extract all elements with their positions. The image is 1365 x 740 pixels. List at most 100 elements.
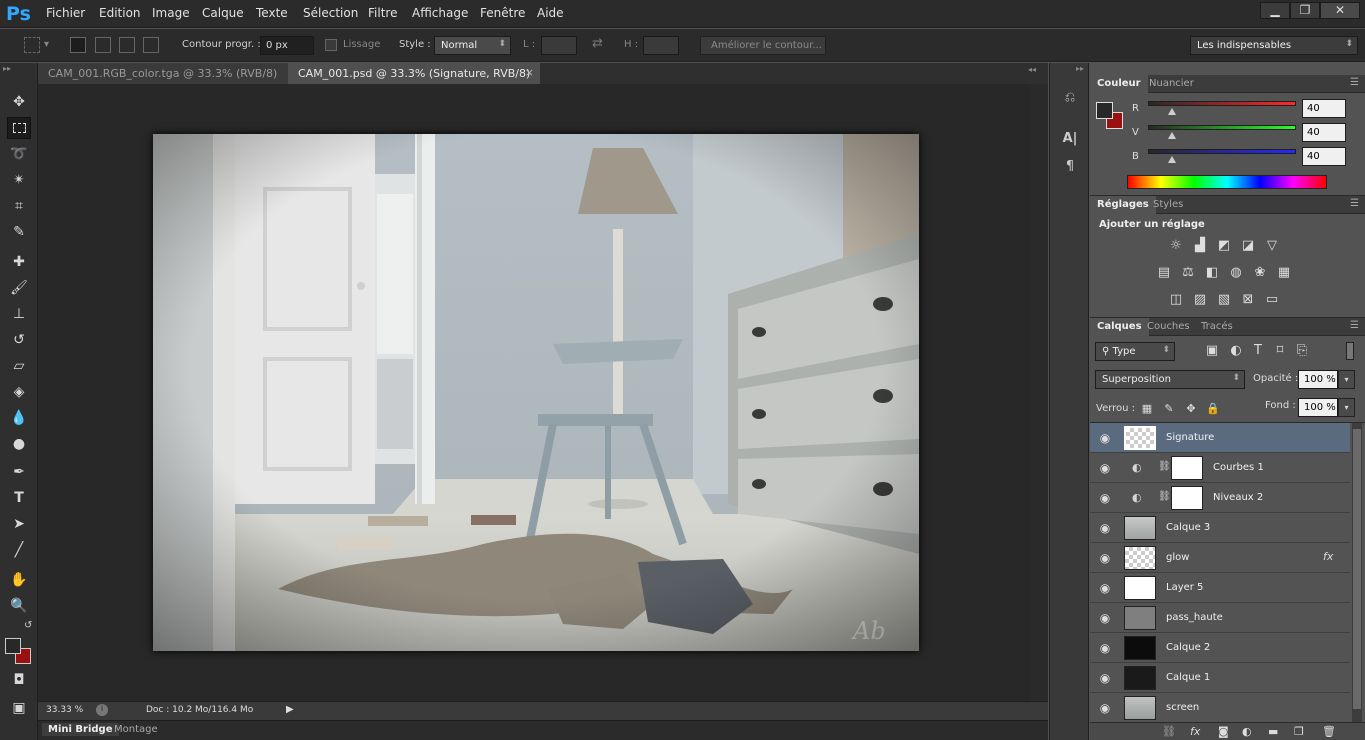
panel-menu-icon[interactable]: ☰ <box>1350 77 1359 88</box>
curves-icon[interactable]: ◩ <box>1215 238 1233 254</box>
layers-scroll-thumb[interactable] <box>1353 429 1361 709</box>
vibrance-icon[interactable]: ▽ <box>1263 238 1281 254</box>
status-info-icon[interactable]: i <box>96 704 108 716</box>
threshold-icon[interactable]: ▧ <box>1215 292 1233 308</box>
black-white-icon[interactable]: ◧ <box>1203 265 1221 281</box>
layer-row[interactable]: ◉ Calque 2 <box>1090 633 1350 663</box>
layer-name[interactable]: Calque 2 <box>1166 642 1210 653</box>
visibility-eye-icon[interactable]: ◉ <box>1098 551 1112 565</box>
tab-montage[interactable]: Montage <box>114 724 158 735</box>
color-spectrum-ramp[interactable] <box>1127 175 1327 189</box>
eyedropper-icon[interactable]: ✎ <box>7 221 31 243</box>
antialias-checkbox[interactable] <box>325 39 337 51</box>
new-selection-icon[interactable] <box>70 37 86 53</box>
filter-smart-object-icon[interactable]: ⎘ <box>1293 343 1311 359</box>
panel-menu-icon[interactable]: ☰ <box>1350 320 1359 331</box>
marquee-tool-icon[interactable] <box>24 37 40 53</box>
layer-row[interactable]: ◉ Signature <box>1090 423 1350 453</box>
exposure-icon[interactable]: ◪ <box>1239 238 1257 254</box>
layer-row[interactable]: ◉ glow fx <box>1090 543 1350 573</box>
menu-affichage[interactable]: Affichage <box>412 6 468 20</box>
line-icon[interactable]: ╱ <box>7 539 31 561</box>
visibility-eye-icon[interactable]: ◉ <box>1098 461 1112 475</box>
layer-name[interactable]: screen <box>1166 702 1199 713</box>
foreground-color-swatch[interactable] <box>5 638 21 654</box>
bucket-icon[interactable]: ◈ <box>7 381 31 403</box>
swap-dimensions-icon[interactable]: ⇄ <box>592 36 603 51</box>
invert-icon[interactable]: ◫ <box>1167 292 1185 308</box>
menu-fichier[interactable]: Fichier <box>46 6 85 20</box>
dodge-icon[interactable]: ● <box>7 433 31 455</box>
intersect-selection-icon[interactable] <box>143 37 159 53</box>
pen-icon[interactable]: ✒ <box>7 461 31 483</box>
hue-saturation-icon[interactable]: ▤ <box>1155 265 1173 281</box>
layers-scrollbar[interactable] <box>1352 423 1362 722</box>
tab-styles[interactable]: Styles <box>1146 196 1190 214</box>
lock-transparency-icon[interactable]: ▦ <box>1138 401 1156 417</box>
new-group-icon[interactable]: ▬ <box>1268 725 1278 738</box>
filter-toggle-switch[interactable] <box>1346 342 1354 360</box>
close-tab-icon[interactable]: × <box>525 66 534 79</box>
layer-name[interactable]: pass_haute <box>1166 612 1223 623</box>
menu-filtre[interactable]: Filtre <box>368 6 397 20</box>
quick-mask-icon[interactable]: ◘ <box>7 669 31 691</box>
layer-name[interactable]: Layer 5 <box>1166 582 1203 593</box>
new-adjustment-icon[interactable]: ◐ <box>1242 725 1252 738</box>
layer-name[interactable]: Calque 3 <box>1166 522 1210 533</box>
layer-row[interactable]: ◉ ◐ ⛓ Courbes 1 <box>1090 453 1350 483</box>
new-layer-icon[interactable]: ❐ <box>1294 725 1304 738</box>
type-icon[interactable]: T <box>7 487 31 509</box>
filter-adjustment-icon[interactable]: ◐ <box>1227 343 1245 359</box>
layer-row[interactable]: ◉ Calque 3 <box>1090 513 1350 543</box>
photo-filter-icon[interactable]: ◍ <box>1227 265 1245 281</box>
menu-edition[interactable]: Edition <box>99 6 141 20</box>
blue-slider-thumb[interactable] <box>1168 156 1176 163</box>
channel-mixer-icon[interactable]: ❀ <box>1251 265 1269 281</box>
layer-row[interactable]: ◉ screen <box>1090 693 1350 722</box>
width-input[interactable] <box>541 36 577 55</box>
menu-aide[interactable]: Aide <box>537 6 564 20</box>
restore-button[interactable]: ❐ <box>1290 2 1320 19</box>
visibility-eye-icon[interactable]: ◉ <box>1098 671 1112 685</box>
refine-edge-button[interactable]: Améliorer le contour... <box>700 36 826 55</box>
visibility-eye-icon[interactable]: ◉ <box>1098 431 1112 445</box>
add-style-icon[interactable]: fx <box>1190 725 1200 738</box>
status-menu-arrow-icon[interactable]: ▶ <box>286 704 294 715</box>
history-brush-icon[interactable]: ↺ <box>7 329 31 351</box>
healing-icon[interactable]: ✚ <box>7 251 31 273</box>
minimize-button[interactable]: ▁ <box>1260 2 1290 19</box>
lock-all-icon[interactable]: 🔒 <box>1204 401 1222 417</box>
lock-image-icon[interactable]: ✎ <box>1160 401 1178 417</box>
canvas-scrollbar[interactable] <box>1030 84 1048 701</box>
layer-name[interactable]: Signature <box>1166 432 1214 443</box>
feather-input[interactable]: 0 px <box>260 36 314 55</box>
fill-dropdown-icon[interactable]: ▾ <box>1338 398 1355 417</box>
fill-input[interactable]: 100 % <box>1298 398 1338 417</box>
link-layers-icon[interactable]: ⛓ <box>1162 725 1176 738</box>
menu-selection[interactable]: Sélection <box>303 6 358 20</box>
document-tab[interactable]: CAM_001.RGB_color.tga @ 33.3% (RVB/8) <box>38 63 288 84</box>
marquee-icon[interactable] <box>7 117 31 139</box>
tab-mini-bridge[interactable]: Mini Bridge <box>42 723 119 736</box>
layer-name[interactable]: Calque 1 <box>1166 672 1210 683</box>
move-icon[interactable]: ✥ <box>7 91 31 113</box>
brightness-contrast-icon[interactable]: ☼ <box>1167 238 1185 254</box>
eraser-icon[interactable]: ▱ <box>7 355 31 377</box>
layer-row[interactable]: ◉ Layer 5 <box>1090 573 1350 603</box>
menu-calque[interactable]: Calque <box>202 6 244 20</box>
path-selection-icon[interactable]: ➤ <box>7 513 31 535</box>
hand-icon[interactable]: ✋ <box>7 569 31 591</box>
tab-nuancier[interactable]: Nuancier <box>1142 75 1201 93</box>
layer-name[interactable]: Niveaux 2 <box>1213 492 1263 503</box>
panel-menu-icon[interactable]: ☰ <box>1350 198 1359 209</box>
selective-color-icon[interactable]: ⊠ <box>1239 292 1257 308</box>
red-slider[interactable] <box>1148 101 1296 106</box>
document-image[interactable]: Ab <box>153 134 919 651</box>
red-slider-thumb[interactable] <box>1168 108 1176 115</box>
height-input[interactable] <box>643 36 679 55</box>
crop-icon[interactable]: ⌗ <box>7 195 31 217</box>
stamp-icon[interactable]: ⊥ <box>7 303 31 325</box>
menu-image[interactable]: Image <box>152 6 190 20</box>
canvas-area[interactable]: Ab <box>38 84 1048 701</box>
mask-link-icon[interactable]: ⛓ <box>1158 461 1171 472</box>
